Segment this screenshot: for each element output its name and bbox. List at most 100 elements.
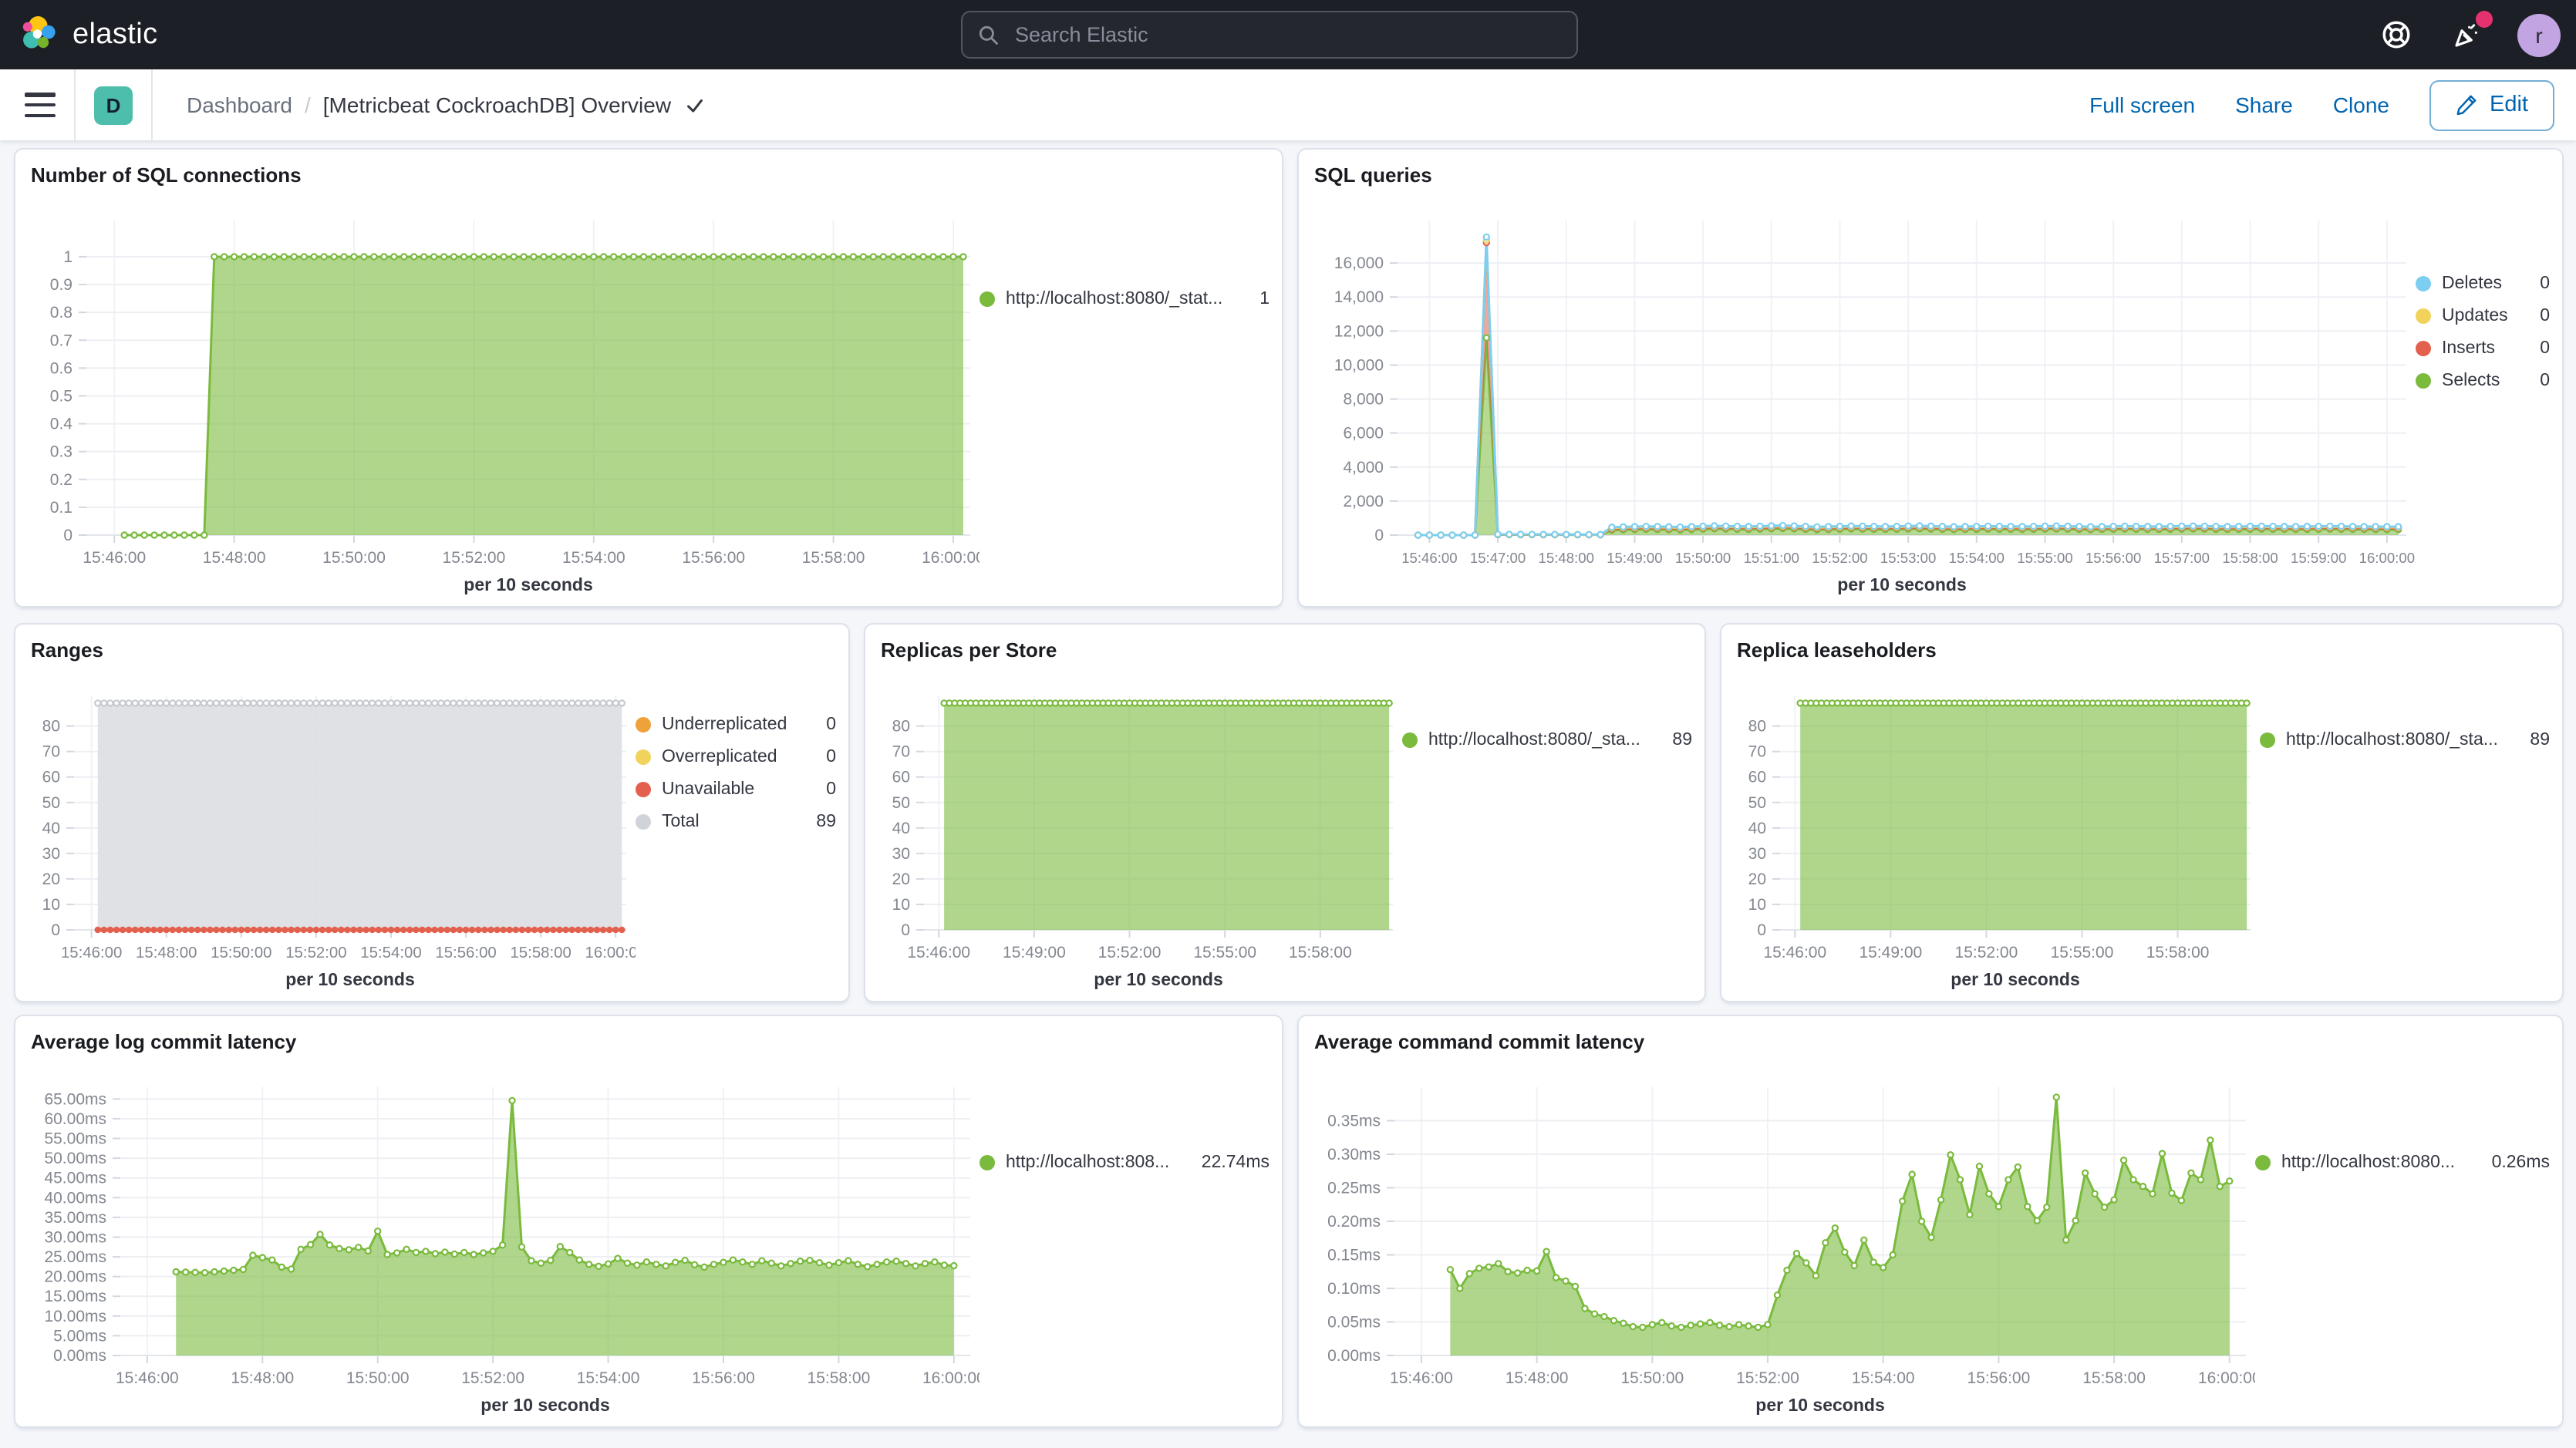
legend-swatch-icon: [2416, 372, 2431, 388]
y-tick-label: 10: [1748, 896, 1766, 914]
x-tick-label: 15:50:00: [1620, 1369, 1684, 1387]
legend-item[interactable]: Updates0: [2416, 299, 2550, 332]
legend-item[interactable]: Total89: [636, 805, 836, 837]
x-tick-label: 15:52:00: [1736, 1369, 1799, 1387]
y-tick-label: 20: [42, 870, 60, 888]
legend-value: 22.74ms: [1186, 1153, 1269, 1171]
clone-button[interactable]: Clone: [2333, 93, 2389, 117]
x-tick-label: 15:58:00: [808, 1369, 871, 1387]
y-tick-label: 50: [1748, 794, 1766, 812]
x-tick-label: 15:52:00: [285, 945, 346, 961]
x-tick-label: 15:52:00: [443, 549, 506, 567]
x-tick-label: 15:54:00: [360, 945, 421, 961]
header-right: r: [2375, 0, 2561, 69]
legend-swatch-icon: [979, 1154, 995, 1170]
legend-label: Underreplicated: [662, 715, 787, 733]
page-title: [Metricbeat CockroachDB] Overview: [323, 93, 671, 117]
x-tick-label: 15:56:00: [682, 549, 745, 567]
legend-item[interactable]: http://localhost:8080/_stat...1: [979, 282, 1269, 315]
y-tick-label: 0: [1374, 527, 1384, 544]
y-tick-label: 25.00ms: [44, 1248, 106, 1266]
dashboard-app-badge: D: [94, 86, 133, 124]
edit-button[interactable]: Edit: [2429, 79, 2554, 130]
legend-label: Overreplicated: [662, 747, 777, 766]
panel-title-replica-leaseholders: Replica leaseholders: [1721, 625, 2562, 671]
legend-item[interactable]: Underreplicated0: [636, 708, 836, 740]
chart-replicas-per-store: 15:46:0015:49:0015:52:0015:55:0015:58:00…: [865, 671, 1402, 1009]
x-tick-label: 15:55:00: [2017, 550, 2072, 566]
y-tick-label: 0: [1757, 921, 1766, 939]
elastic-logo-icon: [19, 14, 60, 56]
share-button[interactable]: Share: [2235, 93, 2293, 117]
panel-replica-leaseholders: Replica leaseholders15:46:0015:49:0015:5…: [1720, 623, 2564, 1002]
kibana-dashboard-app: elastic: [0, 0, 2576, 1448]
notification-dot: [2476, 10, 2493, 27]
legend-item[interactable]: Unavailable0: [636, 773, 836, 805]
user-avatar[interactable]: r: [2517, 13, 2561, 56]
legend-item[interactable]: http://localhost:8080...0.26ms: [2255, 1146, 2550, 1178]
legend-value: 89: [1657, 730, 1692, 749]
legend-value: 0: [2524, 371, 2550, 389]
x-tick-label: 16:00:00: [922, 549, 979, 567]
legend-label: http://localhost:8080...: [2281, 1153, 2455, 1171]
x-tick-label: 15:56:00: [1967, 1369, 2031, 1387]
x-tick-label: 15:46:00: [1401, 550, 1457, 566]
toolbar-actions: Full screen Share Clone Edit: [2089, 79, 2576, 130]
breadcrumb-dashboard-link[interactable]: Dashboard: [187, 93, 292, 117]
x-tick-label: 15:58:00: [2146, 944, 2210, 961]
x-tick-label: 15:54:00: [1852, 1369, 1915, 1387]
legend-item[interactable]: http://localhost:8080/_sta...89: [1402, 723, 1692, 756]
legend-item[interactable]: Inserts0: [2416, 332, 2550, 364]
legend-item[interactable]: Deletes0: [2416, 267, 2550, 299]
legend-swatch-icon: [2416, 340, 2431, 355]
check-icon: [683, 93, 706, 116]
legend-item[interactable]: http://localhost:808...22.74ms: [979, 1146, 1269, 1178]
full-screen-button[interactable]: Full screen: [2089, 93, 2195, 117]
y-tick-label: 60.00ms: [44, 1110, 106, 1128]
y-tick-label: 0.00ms: [1327, 1347, 1381, 1365]
y-tick-label: 1: [63, 248, 72, 266]
chart-sql-connections: 15:46:0015:48:0015:50:0015:52:0015:54:00…: [15, 196, 979, 614]
y-tick-label: 0: [901, 921, 910, 939]
chart-canvas-replicas-per-store: 15:46:0015:49:0015:52:0015:55:0015:58:00…: [865, 671, 1402, 1001]
panel-replicas-per-store: Replicas per Store15:46:0015:49:0015:52:…: [864, 623, 1706, 1002]
news-icon[interactable]: [2446, 15, 2487, 55]
panel-ranges: Ranges15:46:0015:48:0015:50:0015:52:0015…: [14, 623, 850, 1002]
y-tick-label: 80: [1748, 718, 1766, 736]
menu-icon[interactable]: [25, 93, 56, 117]
y-tick-label: 0: [51, 921, 60, 939]
search-input[interactable]: [1012, 22, 1561, 48]
legend-item[interactable]: http://localhost:8080/_sta...89: [2260, 723, 2550, 756]
legend-value: 0: [811, 780, 836, 798]
y-tick-label: 12,000: [1334, 322, 1384, 340]
elastic-logo[interactable]: elastic: [0, 14, 158, 56]
y-tick-label: 40: [1748, 820, 1766, 837]
y-tick-label: 40.00ms: [44, 1189, 106, 1207]
legend-swatch-icon: [2255, 1154, 2271, 1170]
chart-replica-leaseholders: 15:46:0015:49:0015:52:0015:55:0015:58:00…: [1721, 671, 2260, 1009]
y-tick-label: 20: [892, 870, 910, 888]
legend-sql-connections: http://localhost:8080/_stat...1: [979, 196, 1282, 614]
y-tick-label: 5.00ms: [53, 1327, 106, 1345]
legend-item[interactable]: Overreplicated0: [636, 740, 836, 773]
panel-cmd-latency: Average command commit latency15:46:0015…: [1297, 1015, 2564, 1428]
legend-item[interactable]: Selects0: [2416, 364, 2550, 396]
global-search[interactable]: [961, 11, 1578, 59]
y-tick-label: 0.3: [50, 443, 72, 461]
y-tick-label: 0: [63, 527, 72, 544]
x-tick-label: 15:50:00: [322, 549, 386, 567]
y-tick-label: 16,000: [1334, 254, 1384, 272]
x-tick-label: 15:59:00: [2291, 550, 2346, 566]
legend-swatch-icon: [979, 291, 995, 306]
x-axis-title: per 10 seconds: [464, 574, 592, 594]
help-icon[interactable]: [2375, 15, 2416, 55]
y-tick-label: 60: [1748, 769, 1766, 786]
y-tick-label: 45.00ms: [44, 1170, 106, 1187]
legend-label: Deletes: [2442, 274, 2502, 292]
chart-canvas-log-latency: 15:46:0015:48:0015:50:0015:52:0015:54:00…: [15, 1062, 979, 1426]
panel-sql-connections: Number of SQL connections15:46:0015:48:0…: [14, 148, 1283, 608]
y-tick-label: 80: [892, 718, 910, 736]
chart-canvas-ranges: 15:46:0015:48:0015:50:0015:52:0015:54:00…: [15, 671, 636, 1001]
x-axis-title: per 10 seconds: [1094, 969, 1222, 989]
x-tick-label: 16:00:00: [922, 1369, 979, 1387]
